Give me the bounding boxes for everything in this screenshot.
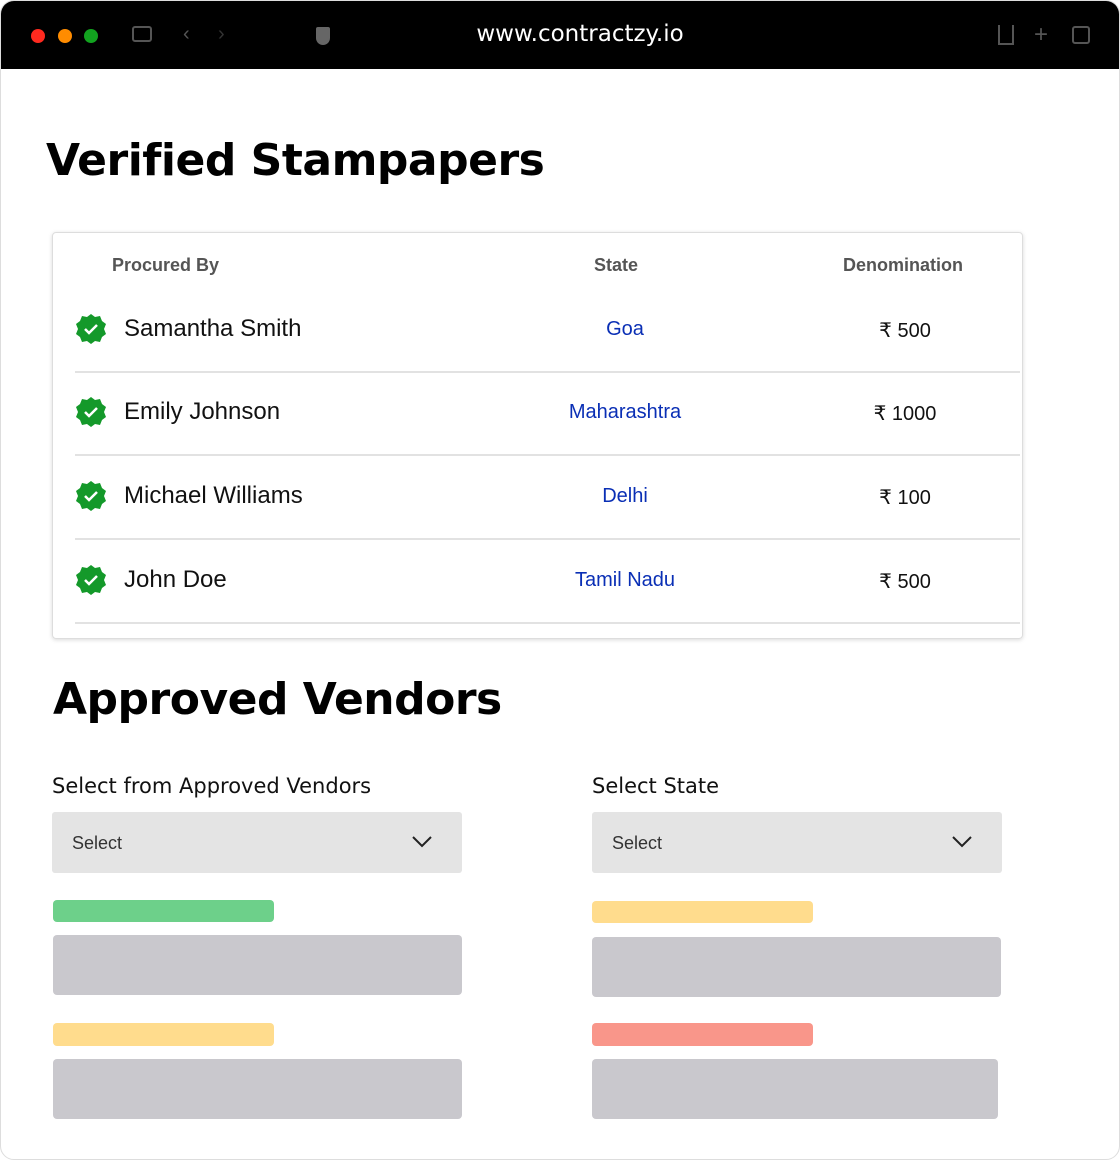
placeholder-tag-yellow xyxy=(592,901,813,923)
table-row[interactable]: Michael Williams Delhi ₹ 100 xyxy=(75,456,1020,540)
placeholder-block xyxy=(592,1059,998,1119)
table-row[interactable]: Emily Johnson Maharashtra ₹ 1000 xyxy=(75,372,1020,456)
state-select-label: Select State xyxy=(592,774,720,798)
header-procured-by: Procured By xyxy=(112,255,220,275)
stampapers-table: Procured By State Denomination Samantha … xyxy=(52,232,1023,639)
placeholder-tag-yellow xyxy=(53,1023,274,1046)
denomination-value: ₹ 500 xyxy=(879,320,931,342)
placeholder-block xyxy=(53,935,462,995)
placeholder-block xyxy=(53,1059,462,1119)
denomination-value: ₹ 500 xyxy=(879,571,931,593)
browser-toolbar: ‹ › www.contractzy.io + xyxy=(1,1,1119,69)
share-icon[interactable] xyxy=(998,25,1014,45)
state-link[interactable]: Tamil Nadu xyxy=(515,569,735,592)
state-link[interactable]: Delhi xyxy=(515,485,735,508)
verified-badge-icon xyxy=(76,397,106,427)
stampapers-title: Verified Stampapers xyxy=(46,135,545,186)
placeholder-tag-red xyxy=(592,1023,813,1046)
vendor-select[interactable]: Select xyxy=(52,812,462,873)
chevron-down-icon xyxy=(412,836,432,848)
procured-by-name: Samantha Smith xyxy=(124,315,302,342)
procured-by-name: Emily Johnson xyxy=(124,398,281,425)
placeholder-block xyxy=(592,937,1001,997)
denomination-value: ₹ 100 xyxy=(879,487,931,509)
procured-by-name: Michael Williams xyxy=(124,482,303,509)
state-select[interactable]: Select xyxy=(592,812,1002,873)
vendors-title: Approved Vendors xyxy=(53,674,502,725)
vendor-select-label: Select from Approved Vendors xyxy=(52,774,372,798)
procured-by-name: John Doe xyxy=(124,566,227,593)
vendor-select-value: Select xyxy=(72,833,123,853)
new-tab-icon[interactable]: + xyxy=(1034,21,1048,49)
denomination-value: ₹ 1000 xyxy=(873,403,937,425)
header-state: State xyxy=(593,255,638,275)
verified-badge-icon xyxy=(76,314,106,344)
chevron-down-icon xyxy=(952,836,972,848)
state-link[interactable]: Maharashtra xyxy=(515,401,735,424)
state-select-value: Select xyxy=(612,833,663,853)
verified-badge-icon xyxy=(76,565,106,595)
verified-badge-icon xyxy=(76,481,106,511)
tabs-overview-icon[interactable] xyxy=(1072,26,1090,44)
browser-window: ‹ › www.contractzy.io + Verified Stampap… xyxy=(0,0,1120,1160)
header-denomination: Denomination xyxy=(843,255,963,275)
state-link[interactable]: Goa xyxy=(515,318,735,341)
placeholder-tag-green xyxy=(53,900,274,922)
table-row[interactable]: Samantha Smith Goa ₹ 500 xyxy=(75,289,1020,373)
address-bar[interactable]: www.contractzy.io xyxy=(1,21,1119,47)
table-row[interactable]: John Doe Tamil Nadu ₹ 500 xyxy=(75,540,1020,624)
